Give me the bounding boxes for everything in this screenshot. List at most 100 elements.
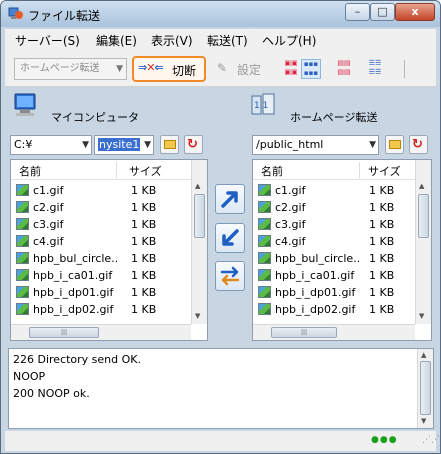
settings-button[interactable]: 設定 <box>237 61 261 78</box>
local-folder-select[interactable]: nysite1 ▼ <box>94 135 154 155</box>
minimize-button[interactable]: – <box>345 3 370 21</box>
ftp-window: ファイル転送 – □ x サーバー(S) 編集(E) 表示(V) 転送(T) ヘ… <box>0 0 441 454</box>
file-name: hpb_i_dp01.gif <box>275 286 356 299</box>
file-name: c3.gif <box>33 218 64 231</box>
toolbar: ホームページ転送 ▼ ⇒✕⇐ 切断 ✎ 設定 ▣▣ ▣▣ ▪▪▪ ▪▪▪ ▤▤ ▤▤ … <box>5 51 436 87</box>
size-column-header[interactable]: サイズ <box>368 163 401 179</box>
log-vertical-scrollbar[interactable]: ▲ ▼ <box>417 349 433 428</box>
log-vertical-scroll-thumb[interactable] <box>420 361 431 415</box>
file-row[interactable]: hpb_bul_circle... 1 KB <box>253 250 431 267</box>
transfer-log[interactable]: 226 Directory send OK. NOOP 200 NOOP ok.… <box>8 348 434 429</box>
remote-path-select[interactable]: /public_html ▼ <box>252 135 379 155</box>
file-name: hpb_i_ca01.gif <box>33 269 113 282</box>
status-bar: ●●● ⋰⋰ <box>5 431 440 451</box>
close-button[interactable]: x <box>395 3 435 21</box>
local-horizontal-scroll-thumb[interactable]: ||| <box>29 327 99 338</box>
view-list-icon[interactable]: ▤▤ ▤▤ <box>334 59 354 79</box>
file-name: c2.gif <box>33 201 64 214</box>
menu-view[interactable]: 表示(V) <box>151 32 193 49</box>
menu-server[interactable]: サーバー(S) <box>15 32 80 49</box>
file-row[interactable]: c3.gif 1 KB <box>11 216 207 233</box>
connection-status-indicator: ●●● <box>371 435 398 445</box>
drive-select[interactable]: C:¥ ▼ <box>10 135 92 155</box>
file-row[interactable]: c2.gif 1 KB <box>253 199 431 216</box>
file-size: 1 KB <box>369 201 395 214</box>
file-transfer-app-icon <box>8 7 23 19</box>
file-size: 1 KB <box>369 303 395 316</box>
view-small-icon[interactable]: ▪▪▪ ▪▪▪ <box>301 59 321 79</box>
scroll-up-arrow-icon[interactable]: ▲ <box>421 351 426 359</box>
profile-combo[interactable]: ホームページ転送 ▼ <box>14 58 127 80</box>
log-line: 200 NOOP ok. <box>13 387 90 400</box>
chevron-down-icon: ▼ <box>82 140 89 150</box>
image-file-icon <box>16 218 29 230</box>
file-size: 1 KB <box>131 269 157 282</box>
name-column-header[interactable]: 名前 <box>261 163 283 179</box>
local-column-header: 名前 サイズ <box>11 160 207 180</box>
image-file-icon <box>16 235 29 247</box>
file-row[interactable]: c4.gif 1 KB <box>253 233 431 250</box>
file-row[interactable]: hpb_i_dp02.gif 1 KB <box>11 301 207 318</box>
file-size: 1 KB <box>369 286 395 299</box>
drive-select-value: C:¥ <box>14 138 33 151</box>
image-file-icon <box>258 286 271 298</box>
local-refresh-button[interactable]: ↻ <box>184 135 203 154</box>
scroll-down-arrow-icon[interactable]: ▼ <box>421 417 426 425</box>
menu-transfer[interactable]: 転送(T) <box>207 32 248 49</box>
resize-grip-icon[interactable]: ⋰⋰ <box>422 435 440 445</box>
file-row[interactable]: hpb_i_dp01.gif 1 KB <box>253 284 431 301</box>
toolbar-separator <box>404 60 405 78</box>
disconnect-icon: ⇒✕⇐ <box>138 61 164 74</box>
disconnect-label: 切断 <box>172 64 197 78</box>
web-server-icon: 1.1 <box>251 93 275 115</box>
sync-button[interactable] <box>215 261 245 291</box>
file-row[interactable]: c1.gif 1 KB <box>253 182 431 199</box>
file-size: 1 KB <box>369 184 395 197</box>
local-file-list[interactable]: 名前 サイズ ▲ ▼ ||| c1.gif 1 KB c2.gif 1 KB c3.gi… <box>10 159 208 341</box>
file-size: 1 KB <box>131 184 157 197</box>
file-row[interactable]: c3.gif 1 KB <box>253 216 431 233</box>
file-name: hpb_i_ca01.gif <box>275 269 355 282</box>
local-horizontal-scrollbar[interactable]: ||| <box>11 324 191 340</box>
menu-help[interactable]: ヘルプ(H) <box>262 32 316 49</box>
svg-text:1.1: 1.1 <box>254 101 268 111</box>
file-row[interactable]: hpb_i_dp01.gif 1 KB <box>11 284 207 301</box>
remote-horizontal-scrollbar[interactable]: ||| <box>253 324 415 340</box>
size-column-header[interactable]: サイズ <box>129 163 162 179</box>
remote-refresh-button[interactable]: ↻ <box>409 135 428 154</box>
menu-edit[interactable]: 編集(E) <box>96 32 137 49</box>
name-column-header[interactable]: 名前 <box>19 163 41 179</box>
file-row[interactable]: hpb_bul_circle... 1 KB <box>11 250 207 267</box>
file-size: 1 KB <box>131 303 157 316</box>
file-row[interactable]: hpb_i_dp02.gif 1 KB <box>253 301 431 318</box>
column-divider[interactable] <box>116 162 117 178</box>
download-button[interactable] <box>215 223 245 253</box>
upload-button[interactable] <box>215 184 245 214</box>
image-file-icon <box>258 252 271 264</box>
title-bar[interactable]: ファイル転送 – □ x <box>1 1 440 27</box>
remote-up-folder-button[interactable] <box>385 135 404 154</box>
profile-combo-value: ホームページ転送 <box>20 63 100 74</box>
my-computer-icon <box>14 93 36 116</box>
file-row[interactable]: hpb_i_ca01.gif 1 KB <box>253 267 431 284</box>
remote-pane-title: ホームページ転送 <box>290 111 378 124</box>
file-row[interactable]: hpb_i_ca01.gif 1 KB <box>11 267 207 284</box>
file-row[interactable]: c1.gif 1 KB <box>11 182 207 199</box>
remote-file-list[interactable]: 名前 サイズ ▲ ▼ ||| c1.gif 1 KB c2.gif 1 KB c3.gi… <box>252 159 432 341</box>
image-file-icon <box>16 286 29 298</box>
file-size: 1 KB <box>131 218 157 231</box>
image-file-icon <box>16 252 29 264</box>
maximize-button[interactable]: □ <box>370 3 395 21</box>
file-size: 1 KB <box>131 286 157 299</box>
view-large-icon[interactable]: ▣▣ ▣▣ <box>281 59 301 79</box>
local-up-folder-button[interactable] <box>160 135 179 154</box>
file-row[interactable]: c2.gif 1 KB <box>11 199 207 216</box>
image-file-icon <box>16 201 29 213</box>
file-size: 1 KB <box>131 235 157 248</box>
view-detail-icon[interactable]: ☰☰ ☰☰ <box>365 59 385 79</box>
menu-bar: サーバー(S) 編集(E) 表示(V) 転送(T) ヘルプ(H) <box>5 29 436 51</box>
column-divider[interactable] <box>359 162 360 178</box>
remote-horizontal-scroll-thumb[interactable]: ||| <box>271 327 337 338</box>
file-row[interactable]: c4.gif 1 KB <box>11 233 207 250</box>
disconnect-button[interactable]: ⇒✕⇐ 切断 <box>132 56 206 82</box>
